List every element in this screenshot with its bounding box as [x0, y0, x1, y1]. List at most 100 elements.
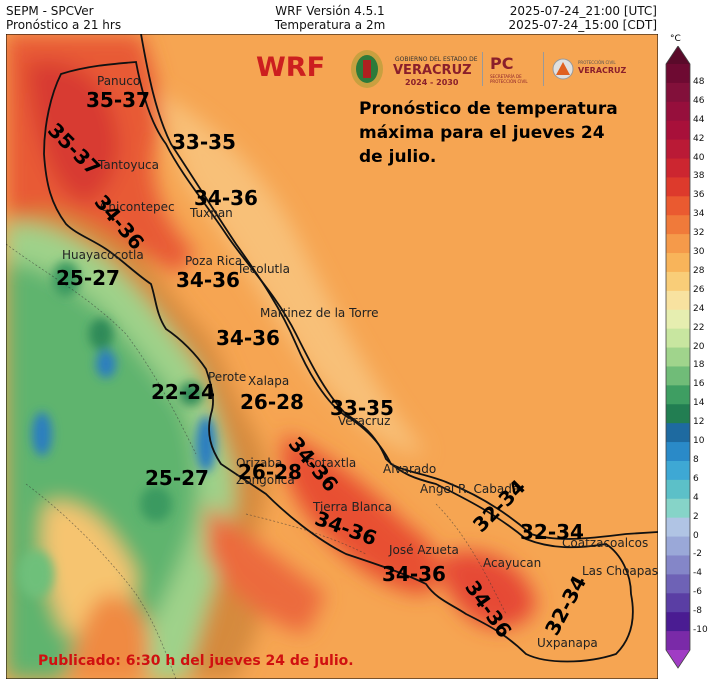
colorbar-min-arrow	[666, 650, 690, 668]
civil-protection-icon	[552, 58, 574, 80]
city-label: Las Choapas	[582, 564, 659, 578]
city-label: Xalapa	[248, 374, 290, 388]
colorbar-segment	[666, 290, 690, 311]
city-label: Tecolutla	[237, 262, 290, 276]
colorbar-segment	[666, 574, 690, 594]
colorbar-tick-label: 44	[693, 114, 705, 125]
pc2-line1: PROTECCIÓN CIVIL	[578, 60, 616, 65]
colorbar-segment	[666, 631, 690, 651]
local-time-label: 2025-07-24_15:00 [CDT]	[508, 18, 657, 32]
colorbar-segment	[666, 517, 690, 538]
colorbar-segment	[666, 385, 690, 405]
colorbar-segment	[666, 120, 690, 141]
colorbar-segment	[666, 498, 690, 519]
colorbar-segment	[666, 479, 690, 500]
colorbar-tick-label: 48	[693, 76, 705, 87]
colorbar-segment	[666, 139, 690, 160]
colorbar-segment	[666, 196, 690, 216]
temp-range-label: 32-34	[520, 520, 584, 544]
temp-range-label: 22-24	[151, 380, 215, 404]
colorbar-segment	[666, 253, 690, 273]
colorbar-tick-label: 24	[693, 303, 705, 314]
city-label: Acayucan	[483, 556, 542, 570]
colorbar-segment	[666, 271, 690, 292]
temp-range-label: 33-35	[330, 396, 394, 420]
colorbar-tick-label: 42	[693, 133, 705, 144]
colorbar-segment	[666, 612, 690, 632]
colorbar-tick-label: -10	[693, 625, 708, 636]
colorbar-segment	[666, 215, 690, 235]
colorbar-tick-label: 30	[693, 247, 705, 258]
temp-range-label: 34-36	[216, 326, 280, 350]
colorbar-segment	[666, 64, 690, 84]
gov-line3: 2024 - 2030	[405, 78, 459, 87]
colorbar-tick-label: 28	[693, 265, 705, 276]
colorbar-tick-label: 8	[693, 454, 699, 465]
utc-time-label: 2025-07-24_21:00 [UTC]	[509, 4, 657, 18]
temp-range-label: 25-27	[145, 466, 209, 490]
gov-line2: VERACRUZ	[393, 63, 472, 78]
colorbar-tick-label: -2	[693, 549, 702, 560]
colorbar-segment	[666, 177, 690, 197]
gov-line1: GOBIERNO DEL ESTADO DE	[395, 56, 478, 63]
colorbar-segment	[666, 158, 690, 178]
colorbar-max-arrow	[666, 46, 690, 64]
temp-range-label: 33-35	[172, 130, 236, 154]
colorbar-tick-label: 46	[693, 95, 705, 106]
city-label: Alvarado	[383, 462, 437, 476]
veracruz-coat-of-arms-icon	[351, 50, 383, 88]
colorbar-tick-label: 12	[693, 417, 705, 428]
colorbar-tick-label: 16	[693, 379, 705, 390]
temp-range-label: 26-28	[240, 390, 304, 414]
colorbar-tick-label: 6	[693, 473, 699, 484]
colorbar-segment	[666, 366, 690, 386]
colorbar-segment	[666, 593, 690, 613]
colorbar-tick-label: 14	[693, 398, 705, 409]
temp-range-label: 34-36	[382, 562, 446, 586]
city-label: Tantoyuca	[98, 158, 160, 172]
colorbar-tick-label: 40	[693, 152, 705, 163]
temp-range-label: 25-27	[56, 266, 120, 290]
model-title: WRF	[256, 52, 326, 83]
colorbar-tick-label: -4	[693, 568, 702, 579]
colorbar-tick-label: 36	[693, 190, 705, 201]
colorbar-tick-label: 26	[693, 284, 705, 295]
colorbar-tick-label: 32	[693, 228, 705, 239]
colorbar-segment	[666, 309, 690, 330]
colorbar-segment	[666, 404, 690, 424]
colorbar-tick-label: 10	[693, 436, 705, 447]
colorbar-tick-label: 2	[693, 511, 699, 522]
colorbar-segment	[666, 460, 690, 481]
colorbar-unit: °C	[670, 34, 681, 44]
colorbar-tick-label: 38	[693, 171, 705, 182]
colorbar-segment	[666, 234, 690, 254]
colorbar-segment	[666, 423, 690, 443]
colorbar-tick-label: -6	[693, 587, 702, 598]
colorbar-tick-label: 0	[693, 530, 699, 541]
city-label: Panuco	[97, 74, 141, 88]
pc-sub: SECRETARÍA DE PROTECCIÓN CIVIL	[490, 74, 528, 84]
colorbar-tick-label: 22	[693, 322, 705, 333]
colorbar	[665, 46, 691, 669]
colorbar-segment	[666, 442, 690, 462]
city-label: José Azueta	[389, 543, 459, 557]
temp-range-label: 34-36	[176, 268, 240, 292]
colorbar-segment	[666, 536, 690, 556]
colorbar-tick-label: 34	[693, 209, 705, 220]
city-label: Poza Rica	[185, 254, 243, 268]
colorbar-tick-label: 18	[693, 360, 705, 371]
logos-strip: GOBIERNO DEL ESTADO DE VERACRUZ 2024 - 2…	[345, 48, 635, 92]
pc-label: PC	[490, 54, 514, 73]
temp-range-label: 35-37	[86, 88, 150, 112]
colorbar-segment	[666, 328, 690, 349]
colorbar-tick-label: 4	[693, 492, 699, 503]
city-label: Uxpanapa	[537, 636, 598, 650]
colorbar-segment	[666, 82, 690, 103]
published-note: Publicado: 6:30 h del jueves 24 de julio…	[38, 653, 354, 669]
colorbar-segment	[666, 101, 690, 122]
header-right: 2025-07-24_21:00 [UTC] 2025-07-24_15:00 …	[509, 4, 657, 32]
colorbar-segment	[666, 347, 690, 367]
temp-range-label: 26-28	[238, 460, 302, 484]
colorbar-tick-label: -8	[693, 606, 702, 617]
pc2-line2: VERACRUZ	[578, 66, 627, 75]
